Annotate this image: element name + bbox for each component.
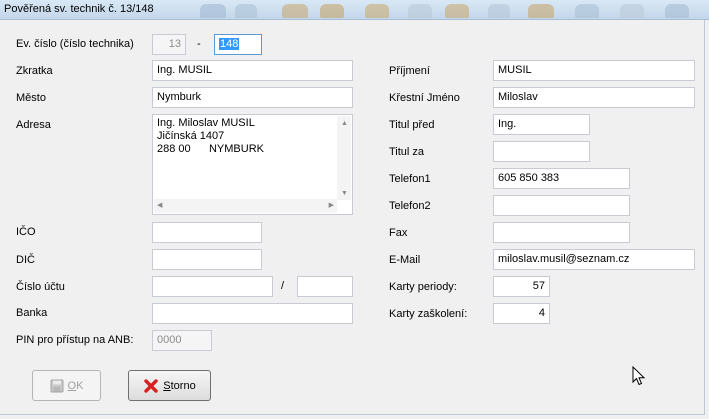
ev-cislo-prefix-field: 13 xyxy=(152,34,186,55)
ico-field[interactable] xyxy=(152,222,262,243)
titlebar-decoration xyxy=(320,4,344,18)
titlebar-decoration xyxy=(235,4,257,18)
pin-field: 0000 xyxy=(152,330,212,351)
storno-button-label: Storno xyxy=(163,379,196,392)
window-title: Pověřená sv. technik č. 13/148 xyxy=(4,3,154,15)
ok-button[interactable]: OK xyxy=(32,370,101,401)
ev-cislo-separator: - xyxy=(197,38,201,50)
red-x-icon xyxy=(144,378,158,393)
ev-cislo-label: Ev. číslo (číslo technika) xyxy=(16,38,134,50)
titlebar-decoration xyxy=(445,4,469,18)
adresa-memo[interactable]: Ing. Miloslav MUSIL Jičínská 1407 288 00… xyxy=(152,114,353,215)
telefon2-label: Telefon2 xyxy=(389,200,431,212)
titul-za-field[interactable] xyxy=(493,141,590,162)
titlebar-decoration xyxy=(665,4,689,18)
scroll-down-arrow-icon[interactable]: ▼ xyxy=(341,190,348,198)
titlebar-decoration xyxy=(365,4,389,18)
krestni-jmeno-field[interactable]: Miloslav xyxy=(493,87,695,108)
titlebar-decoration xyxy=(200,4,226,18)
titlebar-decoration xyxy=(408,4,432,18)
adresa-horizontal-scrollbar[interactable]: ◀ ▶ xyxy=(154,199,337,213)
titul-pred-field[interactable]: Ing. xyxy=(493,114,590,135)
scroll-left-arrow-icon[interactable]: ◀ xyxy=(157,202,162,210)
krestni-jmeno-label: Křestní Jméno xyxy=(389,92,460,104)
scroll-right-arrow-icon[interactable]: ▶ xyxy=(329,202,334,210)
titlebar-decoration xyxy=(488,4,510,18)
pin-label: PIN pro přístup na ANB: xyxy=(16,334,134,346)
dic-field[interactable] xyxy=(152,249,262,270)
telefon2-field[interactable] xyxy=(493,195,630,216)
prijmeni-label: Příjmení xyxy=(389,65,430,77)
cislo-uctu-label: Číslo účtu xyxy=(16,281,65,293)
scroll-up-arrow-icon[interactable]: ▲ xyxy=(341,120,348,128)
titlebar-decoration xyxy=(575,4,599,18)
dic-label: DIČ xyxy=(16,254,35,266)
adresa-vertical-scrollbar[interactable]: ▲ ▼ xyxy=(337,116,351,200)
fax-label: Fax xyxy=(389,227,408,239)
titlebar-decoration xyxy=(620,4,644,18)
mouse-pointer-icon xyxy=(632,366,646,386)
karty-periody-label: Karty periody: xyxy=(389,281,457,293)
ico-label: IČO xyxy=(16,226,36,238)
adresa-line-2: Jičínská 1407 xyxy=(157,130,225,142)
storno-button[interactable]: Storno xyxy=(128,370,211,401)
email-label: E-Mail xyxy=(389,254,421,266)
ev-cislo-selected-text: 148 xyxy=(219,38,240,50)
banka-field[interactable] xyxy=(152,303,353,324)
karty-periody-field[interactable]: 57 xyxy=(493,276,550,297)
email-field[interactable]: miloslav.musil@seznam.cz xyxy=(493,249,695,270)
telefon1-field[interactable]: 605 850 383 xyxy=(493,168,630,189)
cislo-uctu-field[interactable] xyxy=(152,276,273,297)
dialog-body: Ev. číslo (číslo technika) 13 - 148 Zkra… xyxy=(0,20,705,415)
ok-button-label: OK xyxy=(67,379,84,392)
ev-cislo-field[interactable]: 148 xyxy=(214,34,262,55)
titul-pred-label: Titul před xyxy=(389,119,435,131)
adresa-line-3: 288 00 NYMBURK xyxy=(157,143,264,155)
titlebar-decoration xyxy=(282,4,308,18)
prijmeni-field[interactable]: MUSIL xyxy=(493,60,695,81)
banka-label: Banka xyxy=(16,307,48,319)
karty-zaskoleni-label: Karty zaškolení: xyxy=(389,308,468,320)
zkratka-label: Zkratka xyxy=(16,65,53,77)
titlebar-decoration xyxy=(528,4,554,18)
floppy-disk-icon xyxy=(50,379,64,392)
cislo-uctu-separator: / xyxy=(281,280,285,292)
mesto-field[interactable]: Nymburk xyxy=(152,87,353,108)
bank-code-field[interactable] xyxy=(297,276,353,297)
adresa-line-1: Ing. Miloslav MUSIL xyxy=(157,117,255,129)
fax-field[interactable] xyxy=(493,222,630,243)
karty-zaskoleni-field[interactable]: 4 xyxy=(493,303,550,324)
zkratka-field[interactable]: Ing. MUSIL xyxy=(152,60,353,81)
telefon1-label: Telefon1 xyxy=(389,173,431,185)
window-titlebar: Pověřená sv. technik č. 13/148 xyxy=(0,0,709,20)
titul-za-label: Titul za xyxy=(389,146,425,158)
mesto-label: Město xyxy=(16,92,46,104)
adresa-label: Adresa xyxy=(16,119,51,131)
